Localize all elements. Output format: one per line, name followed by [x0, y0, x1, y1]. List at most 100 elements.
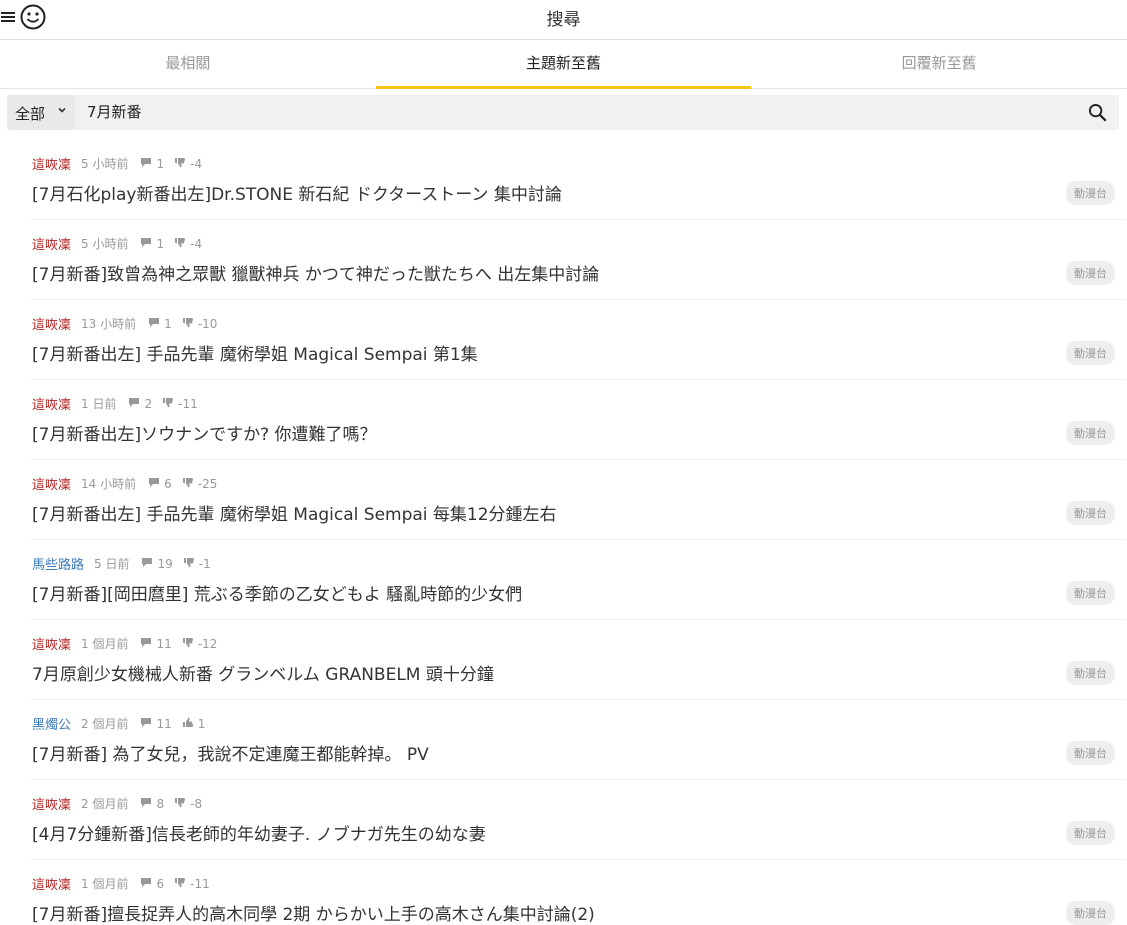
- result-row[interactable]: 馬些路路 5 日前 19 -1 [7月新番][岡田麿里] 荒ぶる季節の乙女どもよ 騷亂時…: [30, 540, 1125, 620]
- result-row[interactable]: 這咴凜 1 日前 2 -11 [7月新番出左]ソウナンですか? 你遭難了嗎？ 動漫台: [30, 380, 1125, 460]
- rating: -11: [174, 877, 210, 891]
- thread-title[interactable]: [7月新番出左]ソウナンですか? 你遭難了嗎？: [32, 420, 377, 445]
- rating: -12: [182, 636, 218, 651]
- sort-tabs: 最相關 主題新至舊 回覆新至舊: [0, 40, 1127, 89]
- author-name[interactable]: 這咴凜: [32, 314, 71, 333]
- category-badge[interactable]: 動漫台: [1066, 741, 1115, 765]
- post-time: 13 小時前: [81, 317, 137, 331]
- thumbs-down-icon: [174, 237, 190, 251]
- search-icon[interactable]: [1088, 103, 1107, 122]
- result-row[interactable]: 這咴凜 1 個月前 11 -12 7月原創少女機械人新番 グランベルム GRANBELM…: [30, 620, 1125, 700]
- post-time: 5 小時前: [81, 157, 129, 171]
- category-badge[interactable]: 動漫台: [1066, 261, 1115, 285]
- post-time: 14 小時前: [81, 477, 137, 491]
- post-time: 5 日前: [94, 557, 130, 571]
- reply-count-value: 11: [156, 716, 172, 731]
- tab-reply-newest[interactable]: 回覆新至舊: [751, 40, 1127, 88]
- tab-most-relevant[interactable]: 最相關: [0, 40, 376, 88]
- thumbs-down-icon: [162, 397, 178, 411]
- reply-count-value: 1: [156, 236, 165, 251]
- author-name[interactable]: 這咴凜: [32, 874, 71, 893]
- top-bar: 搜尋: [0, 0, 1127, 40]
- comment-icon: [148, 477, 164, 491]
- comment-icon: [140, 797, 156, 811]
- page-title: 搜尋: [546, 10, 581, 30]
- comment-icon: [141, 557, 157, 571]
- tab-topic-newest[interactable]: 主題新至舊: [375, 40, 752, 89]
- result-meta: 這咴凜 5 小時前 1 -4: [32, 234, 212, 254]
- rating-value: -11: [178, 396, 198, 411]
- thread-title[interactable]: [4月7分鍾新番]信長老師的年幼妻子. ノブナガ先生の幼な妻: [32, 820, 486, 845]
- reply-count-value: 11: [156, 636, 172, 651]
- reply-count: 6: [140, 877, 164, 891]
- result-row[interactable]: 這咴凜 2 個月前 8 -8 [4月7分鍾新番]信長老師的年幼妻子. ノブナガ先生の幼な…: [30, 780, 1125, 860]
- rating: -11: [162, 397, 198, 411]
- rating: -4: [174, 157, 202, 171]
- reply-count: 2: [128, 397, 152, 411]
- result-row[interactable]: 這咴凜 14 小時前 6 -25 [7月新番出左] 手品先輩 魔術學姐 Magical …: [30, 460, 1125, 540]
- category-badge[interactable]: 動漫台: [1066, 181, 1115, 205]
- result-meta: 這咴凜 1 個月前 6 -11: [32, 874, 220, 894]
- category-badge[interactable]: 動漫台: [1066, 661, 1115, 685]
- post-time: 1 日前: [81, 397, 117, 411]
- rating-value: -10: [197, 316, 218, 331]
- rating-value: 1: [197, 716, 206, 731]
- author-name[interactable]: 這咴凜: [32, 394, 71, 413]
- rating-value: -11: [190, 876, 210, 891]
- reply-count: 8: [140, 797, 164, 811]
- author-name[interactable]: 這咴凜: [32, 794, 71, 813]
- result-row[interactable]: 這咴凜 13 小時前 1 -10 [7月新番出左] 手品先輩 魔術學姐 Magical …: [30, 300, 1125, 380]
- result-row[interactable]: 這咴凜 5 小時前 1 -4 [7月石化play新番出左]Dr.STONE 新石紀 ドク…: [30, 140, 1125, 220]
- thread-title[interactable]: [7月石化play新番出左]Dr.STONE 新石紀 ドクターストーン 集中討論: [32, 180, 562, 205]
- author-name[interactable]: 這咴凜: [32, 474, 71, 493]
- thread-title[interactable]: [7月新番出左] 手品先輩 魔術學姐 Magical Sempai 第1集: [32, 340, 478, 365]
- reply-count-value: 1: [156, 156, 165, 171]
- author-name[interactable]: 這咴凜: [32, 154, 71, 173]
- reply-count: 19: [141, 557, 173, 571]
- result-row[interactable]: 這咴凜 5 小時前 1 -4 [7月新番]致曾為神之眾獸 獵獸神兵 かつて神だった獣たち…: [30, 220, 1125, 300]
- category-badge[interactable]: 動漫台: [1066, 501, 1115, 525]
- comment-icon: [140, 157, 156, 171]
- comment-icon: [128, 397, 144, 411]
- search-input[interactable]: [87, 95, 1047, 130]
- comment-icon: [140, 237, 156, 251]
- reply-count: 1: [140, 157, 164, 171]
- results-list: 這咴凜 5 小時前 1 -4 [7月石化play新番出左]Dr.STONE 新石紀 ドク…: [30, 140, 1125, 925]
- thumbs-down-icon: [174, 877, 190, 891]
- category-badge[interactable]: 動漫台: [1066, 581, 1115, 605]
- thread-title[interactable]: [7月新番][岡田麿里] 荒ぶる季節の乙女どもよ 騷亂時節的少女們: [32, 580, 522, 605]
- result-row[interactable]: 這咴凜 1 個月前 6 -11 [7月新番]擅長捉弄人的高木同學 2期 からかい上手の高…: [30, 860, 1125, 925]
- rating-value: -25: [197, 476, 218, 491]
- reply-count: 11: [140, 636, 172, 651]
- rating: -1: [183, 557, 211, 571]
- thread-title[interactable]: [7月新番]致曾為神之眾獸 獵獸神兵 かつて神だった獣たちへ 出左集中討論: [32, 260, 599, 285]
- author-name[interactable]: 馬些路路: [32, 554, 84, 573]
- thumbs-down-icon: [182, 477, 198, 491]
- post-time: 2 個月前: [81, 797, 129, 811]
- rating: -8: [174, 797, 202, 811]
- reply-count: 1: [148, 317, 172, 331]
- rating-value: -12: [197, 636, 218, 651]
- rating: -25: [182, 476, 218, 491]
- author-name[interactable]: 這咴凜: [32, 634, 71, 653]
- thread-title[interactable]: [7月新番]擅長捉弄人的高木同學 2期 からかい上手の高木さん集中討論(2): [32, 900, 595, 925]
- author-name[interactable]: 這咴凜: [32, 234, 71, 253]
- category-badge[interactable]: 動漫台: [1066, 821, 1115, 845]
- category-badge[interactable]: 動漫台: [1066, 341, 1115, 365]
- rating-value: -8: [190, 796, 203, 811]
- reply-count: 6: [148, 477, 172, 491]
- reply-count-value: 6: [164, 476, 172, 491]
- result-meta: 這咴凜 1 個月前 11 -12: [32, 634, 227, 654]
- category-badge[interactable]: 動漫台: [1066, 421, 1115, 445]
- rating-value: -4: [190, 156, 203, 171]
- thread-title[interactable]: [7月新番出左] 手品先輩 魔術學姐 Magical Sempai 每集12分鍾…: [32, 500, 557, 525]
- thread-title[interactable]: [7月新番] 為了女兒，我說不定連魔王都能幹掉。 PV: [32, 740, 429, 765]
- rating: -4: [174, 237, 202, 251]
- thread-title[interactable]: 7月原創少女機械人新番 グランベルム GRANBELM 頭十分鐘: [32, 660, 494, 685]
- result-row[interactable]: 黑燭公 2 個月前 11 1 [7月新番] 為了女兒，我說不定連魔王都能幹掉。 PV 動漫…: [30, 700, 1125, 780]
- chevron-down-icon: [58, 107, 66, 113]
- rating-value: -1: [198, 556, 211, 571]
- scope-dropdown[interactable]: 全部: [7, 95, 75, 130]
- author-name[interactable]: 黑燭公: [32, 714, 71, 733]
- category-badge[interactable]: 動漫台: [1066, 901, 1115, 925]
